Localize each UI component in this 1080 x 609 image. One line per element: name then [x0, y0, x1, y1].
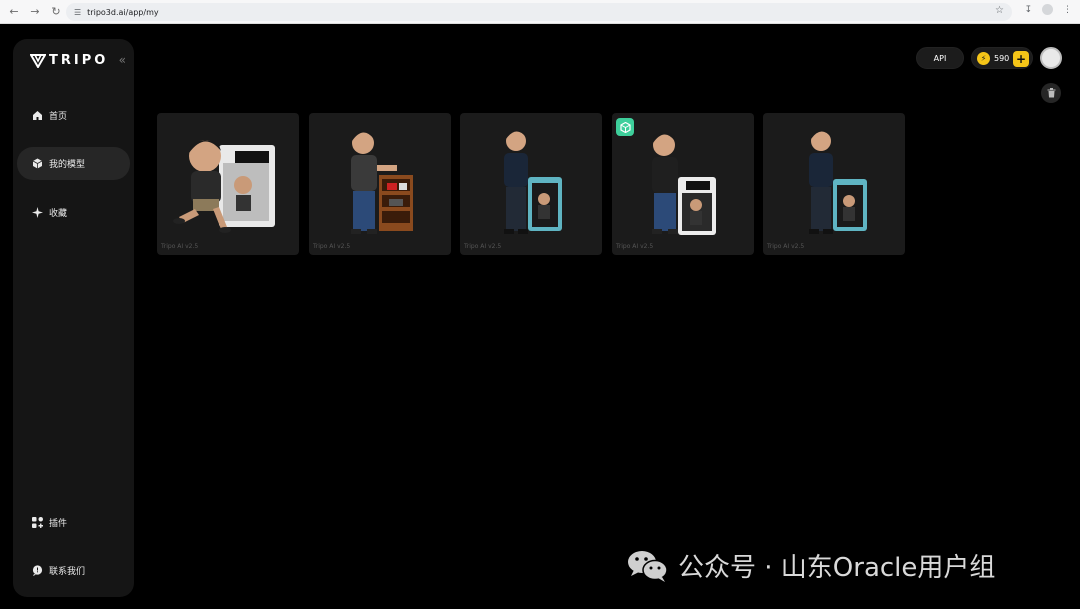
api-button[interactable]: API [916, 47, 964, 69]
forward-icon[interactable]: → [28, 5, 42, 19]
sidebar-item-contact[interactable]: 联系我们 [17, 554, 130, 587]
model-thumbnail [809, 130, 867, 234]
avatar[interactable] [1040, 47, 1062, 69]
profile-icon[interactable] [1042, 4, 1053, 15]
model-thumbnail [351, 131, 413, 234]
sidebar-item-label: 收藏 [49, 209, 68, 219]
reload-icon[interactable]: ↻ [49, 5, 63, 19]
sparkle-star-icon [31, 207, 43, 219]
site-info-icon[interactable]: ☰ [74, 8, 81, 17]
chat-bubble-icon [31, 565, 43, 577]
brand-name: TRIPO [49, 53, 109, 68]
sidebar-item-label: 我的模型 [49, 160, 86, 170]
sidebar-item-my-models[interactable]: 我的模型 [17, 147, 130, 180]
lightning-icon: ⚡ [977, 51, 990, 65]
model-thumbnail [504, 130, 562, 234]
address-bar[interactable]: ☰ tripo3d.ai/app/my ☆ [66, 3, 1012, 21]
back-icon[interactable]: ← [7, 5, 21, 19]
watermark-text: 公众号 · 山东Oracle用户组 [678, 553, 996, 583]
sidebar-item-label: 联系我们 [49, 567, 86, 577]
model-version-label: Tripo AI v2.5 [161, 243, 199, 250]
sidebar-item-label: 首页 [49, 112, 68, 122]
menu-kebab-icon[interactable]: ⋮ [1063, 5, 1072, 15]
model-card[interactable]: Tripo AI v2.5 [309, 113, 451, 255]
model-card[interactable]: Tripo AI v2.5 [763, 113, 905, 255]
plugins-grid-icon [31, 517, 43, 529]
model-version-label: Tripo AI v2.5 [767, 243, 805, 250]
trash-icon [1047, 88, 1055, 98]
wechat-icon [628, 550, 668, 582]
model-version-label: Tripo AI v2.5 [464, 243, 502, 250]
download-icon[interactable]: ↧ [1024, 5, 1032, 15]
model-version-label: Tripo AI v2.5 [313, 243, 351, 250]
sidebar-item-favorites[interactable]: 收藏 [17, 196, 130, 229]
brand-logo[interactable]: TRIPO [30, 53, 108, 68]
sidebar: TRIPO « 首页 我的模型 收藏 插件 联系我们 [13, 39, 134, 597]
model-version-label: Tripo AI v2.5 [616, 243, 654, 250]
trash-button[interactable] [1041, 83, 1061, 103]
url-text: tripo3d.ai/app/my [87, 7, 159, 17]
model-card[interactable]: Tripo AI v2.5 [612, 113, 754, 255]
model-card[interactable]: Tripo AI v2.5 [157, 113, 299, 255]
model-card[interactable]: Tripo AI v2.5 [460, 113, 602, 255]
watermark: 公众号 · 山东Oracle用户组 [626, 547, 995, 584]
model-thumbnail [652, 132, 716, 235]
sidebar-item-label: 插件 [49, 519, 68, 529]
sidebar-item-plugins[interactable]: 插件 [17, 506, 130, 539]
collapse-sidebar-icon[interactable]: « [119, 53, 126, 67]
browser-toolbar: ← → ↻ ☰ tripo3d.ai/app/my ☆ ↧ ⋮ [0, 0, 1080, 24]
tripo-logo-icon [30, 53, 46, 68]
sidebar-item-home[interactable]: 首页 [17, 99, 130, 132]
cube-icon [31, 158, 43, 170]
add-credits-button[interactable]: + [1013, 51, 1029, 67]
home-icon [31, 110, 43, 122]
3d-badge-icon [616, 118, 634, 136]
bookmark-star-icon[interactable]: ☆ [995, 5, 1004, 16]
credits-balance: 590 [994, 53, 1010, 63]
model-thumbnail [173, 140, 275, 233]
credits-widget[interactable]: ⚡ 590 + [971, 47, 1033, 69]
